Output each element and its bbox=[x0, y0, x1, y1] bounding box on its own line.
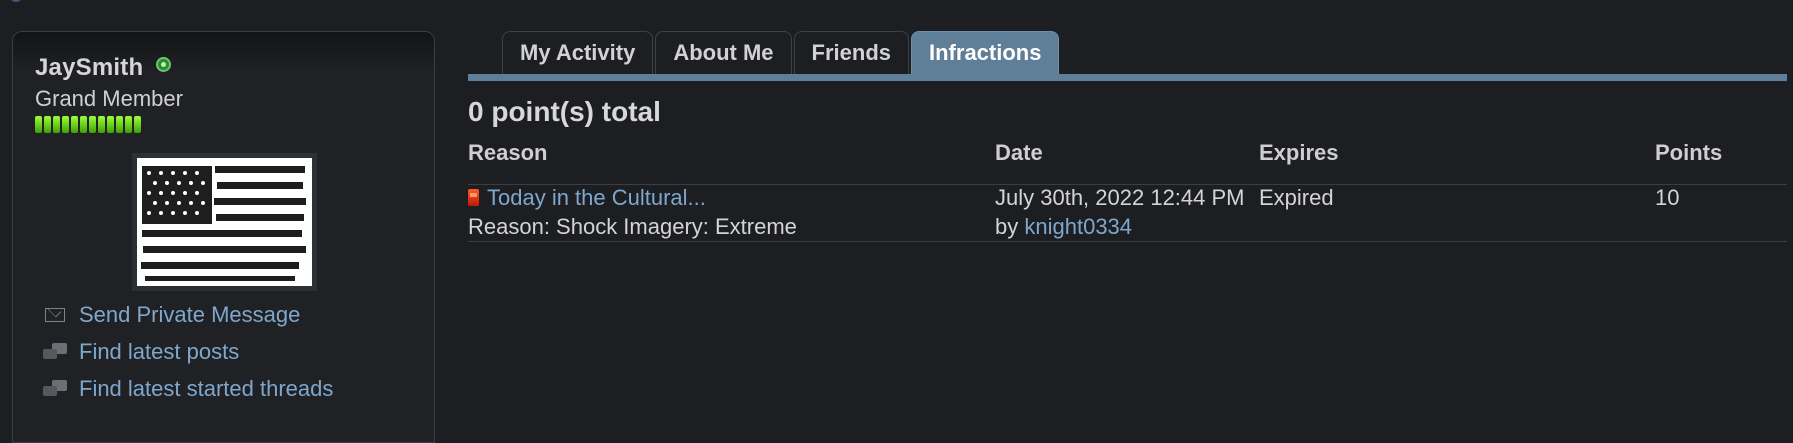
reputation-pip bbox=[116, 116, 123, 133]
link-label[interactable]: Find latest posts bbox=[79, 339, 239, 365]
infraction-thread-link[interactable]: Today in the Cultural... bbox=[487, 185, 706, 210]
user-title: Grand Member bbox=[35, 86, 183, 111]
username[interactable]: JaySmith bbox=[35, 54, 143, 82]
table-cell-date: July 30th, 2022 12:44 PM bbox=[995, 185, 1245, 210]
send-private-message-link[interactable]: Send Private Message bbox=[43, 296, 333, 333]
tab-infractions[interactable]: Infractions bbox=[911, 31, 1060, 74]
column-header-date: Date bbox=[995, 140, 1043, 165]
reputation-pip bbox=[134, 116, 141, 133]
reputation-pip bbox=[53, 116, 60, 133]
online-status-icon bbox=[156, 57, 171, 72]
flag-avatar-image bbox=[137, 158, 312, 286]
reputation-pip bbox=[89, 116, 96, 133]
find-latest-posts-link[interactable]: Find latest posts bbox=[43, 333, 333, 370]
table-divider bbox=[468, 241, 1787, 242]
issued-by-prefix: by bbox=[995, 214, 1019, 239]
reputation-pip bbox=[44, 116, 51, 133]
column-header-reason: Reason bbox=[468, 140, 548, 165]
reputation-pip bbox=[125, 116, 132, 133]
infraction-points-total: 0 point(s) total bbox=[468, 96, 661, 127]
avatar[interactable] bbox=[132, 153, 317, 291]
profile-links: Send Private Message Find latest posts F… bbox=[43, 296, 333, 407]
reputation-pip bbox=[71, 116, 78, 133]
link-label[interactable]: Send Private Message bbox=[79, 302, 300, 328]
issuer-user-link[interactable]: knight0334 bbox=[1024, 214, 1132, 239]
table-cell-reason: Reason: Shock Imagery: Extreme bbox=[468, 214, 797, 239]
profile-tabs: My Activity About Me Friends Infractions bbox=[502, 31, 1060, 74]
chat-bubbles-icon bbox=[43, 342, 67, 361]
tab-friends[interactable]: Friends bbox=[793, 31, 909, 74]
column-header-expires: Expires bbox=[1259, 140, 1339, 165]
chat-bubbles-icon bbox=[43, 379, 67, 398]
reputation-bar bbox=[35, 116, 141, 133]
column-header-points: Points bbox=[1655, 140, 1723, 165]
reputation-pip bbox=[35, 116, 42, 133]
avatar-image bbox=[137, 158, 312, 286]
link-label[interactable]: Find latest started threads bbox=[79, 376, 333, 402]
table-cell-issued-by: by knight0334 bbox=[995, 214, 1132, 240]
reputation-pip bbox=[80, 116, 87, 133]
breadcrumb-icon[interactable] bbox=[10, 0, 22, 2]
reputation-pip bbox=[62, 116, 69, 133]
envelope-icon bbox=[43, 306, 67, 324]
profile-sidebar: JaySmith Grand Member Send Private Messa… bbox=[12, 31, 435, 443]
table-cell-thread: Today in the Cultural... bbox=[487, 185, 706, 211]
tab-underline bbox=[468, 74, 1787, 81]
find-latest-threads-link[interactable]: Find latest started threads bbox=[43, 370, 333, 407]
table-cell-points: 10 bbox=[1655, 185, 1680, 210]
reputation-pip bbox=[107, 116, 114, 133]
tab-about-me[interactable]: About Me bbox=[655, 31, 792, 74]
infraction-flag-icon bbox=[468, 189, 479, 206]
table-cell-expires: Expired bbox=[1259, 185, 1334, 210]
reputation-pip bbox=[98, 116, 105, 133]
tab-my-activity[interactable]: My Activity bbox=[502, 31, 654, 74]
